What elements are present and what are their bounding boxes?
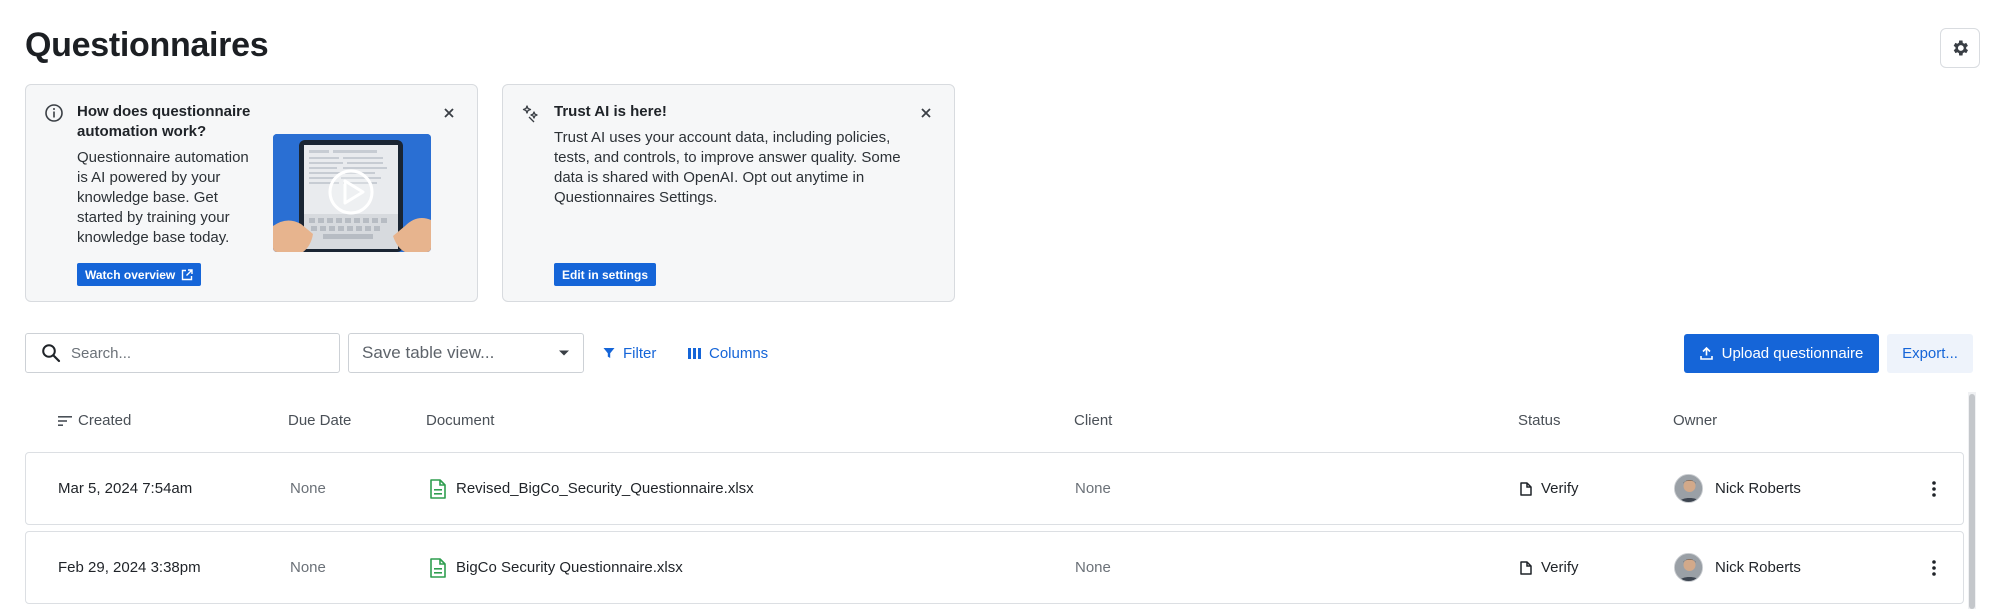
more-vertical-icon <box>1932 480 1936 497</box>
document-cell[interactable]: BigCo Security Questionnaire.xlsx <box>430 532 683 603</box>
trust-ai-card-body: Trust AI uses your account data, includi… <box>554 129 901 206</box>
columns-button[interactable]: Columns <box>688 343 768 363</box>
columns-label: Columns <box>709 344 769 362</box>
column-header-document[interactable]: Document <box>426 412 494 429</box>
document-name: BigCo Security Questionnaire.xlsx <box>456 559 683 576</box>
sort-icon <box>58 415 72 426</box>
automation-card-title: How does questionnaire automation work? <box>77 103 251 140</box>
settings-button[interactable] <box>1940 28 1980 68</box>
column-header-label: Owner <box>1673 412 1718 429</box>
info-icon <box>45 104 63 122</box>
column-header-status[interactable]: Status <box>1518 412 1561 429</box>
trust-ai-card-title: Trust AI is here! <box>554 103 667 120</box>
overview-video-thumbnail[interactable] <box>273 134 431 252</box>
upload-questionnaire-button[interactable]: Upload questionnaire <box>1684 334 1879 373</box>
automation-card-body: Questionnaire automation is AI powered b… <box>77 149 249 246</box>
document-name: Revised_BigCo_Security_Questionnaire.xls… <box>456 480 754 497</box>
document-icon <box>1520 481 1532 496</box>
client-cell: None <box>1075 559 1111 576</box>
column-header-label: Due Date <box>288 412 352 429</box>
filter-label: Filter <box>623 344 657 362</box>
upload-icon <box>1699 347 1713 360</box>
status-cell: Verify <box>1520 532 1579 603</box>
owner-cell: Nick Roberts <box>1674 453 1801 524</box>
automation-info-card: How does questionnaire automation work? … <box>25 84 478 302</box>
client-cell: None <box>1075 480 1111 497</box>
column-header-label: Created <box>78 412 132 429</box>
close-icon[interactable] <box>441 105 457 121</box>
spreadsheet-file-icon <box>430 557 446 578</box>
status-label: Verify <box>1541 559 1579 576</box>
caret-down-icon <box>559 350 569 356</box>
search-icon <box>42 344 61 363</box>
owner-name: Nick Roberts <box>1715 480 1801 497</box>
search-box[interactable] <box>25 333 340 373</box>
column-header-label: Document <box>426 412 495 429</box>
upload-questionnaire-label: Upload questionnaire <box>1721 345 1864 362</box>
save-table-view-select[interactable]: Save table view... <box>348 333 584 373</box>
table-scrollbar[interactable] <box>1968 392 1976 609</box>
gear-icon <box>1953 40 1968 56</box>
row-menu-button[interactable] <box>1924 532 1944 603</box>
trust-ai-card: Trust AI is here! Trust AI uses your acc… <box>502 84 955 302</box>
edit-in-settings-label: Edit in settings <box>562 267 649 282</box>
column-header-due-date[interactable]: Due Date <box>288 412 351 429</box>
sparkle-icon <box>522 105 538 123</box>
row-menu-button[interactable] <box>1924 453 1944 524</box>
table-row[interactable]: Mar 5, 2024 7:54am None Revised_BigCo_Se… <box>25 452 1964 525</box>
export-label: Export... <box>1902 345 1958 362</box>
save-table-view-label: Save table view... <box>362 343 495 362</box>
column-header-client[interactable]: Client <box>1074 412 1112 429</box>
table-row[interactable]: Feb 29, 2024 3:38pm None BigCo Security … <box>25 531 1964 604</box>
watch-overview-label: Watch overview <box>85 267 176 282</box>
edit-in-settings-button[interactable]: Edit in settings <box>554 263 657 286</box>
created-cell: Mar 5, 2024 7:54am <box>58 480 193 497</box>
avatar <box>1674 474 1703 503</box>
filter-button[interactable]: Filter <box>603 343 656 363</box>
avatar <box>1674 553 1703 582</box>
column-header-label: Status <box>1518 412 1561 429</box>
spreadsheet-file-icon <box>430 478 446 499</box>
column-header-owner[interactable]: Owner <box>1673 412 1717 429</box>
created-cell: Feb 29, 2024 3:38pm <box>58 559 201 576</box>
close-icon[interactable] <box>918 105 934 121</box>
page-title: Questionnaires <box>25 26 269 64</box>
watch-overview-button[interactable]: Watch overview <box>77 263 202 286</box>
column-header-created[interactable]: Created <box>58 412 131 429</box>
filter-icon <box>603 348 615 358</box>
scrollbar-thumb[interactable] <box>1969 394 1975 609</box>
due-date-cell: None <box>290 559 326 576</box>
due-date-cell: None <box>290 480 326 497</box>
document-icon <box>1520 560 1532 575</box>
export-button[interactable]: Export... <box>1887 334 1973 373</box>
document-cell[interactable]: Revised_BigCo_Security_Questionnaire.xls… <box>430 453 754 524</box>
status-label: Verify <box>1541 480 1579 497</box>
owner-cell: Nick Roberts <box>1674 532 1801 603</box>
columns-icon <box>688 347 701 359</box>
owner-name: Nick Roberts <box>1715 559 1801 576</box>
external-link-icon <box>182 268 193 280</box>
more-vertical-icon <box>1932 559 1936 576</box>
status-cell: Verify <box>1520 453 1579 524</box>
column-header-label: Client <box>1074 412 1113 429</box>
search-input[interactable] <box>71 344 331 362</box>
